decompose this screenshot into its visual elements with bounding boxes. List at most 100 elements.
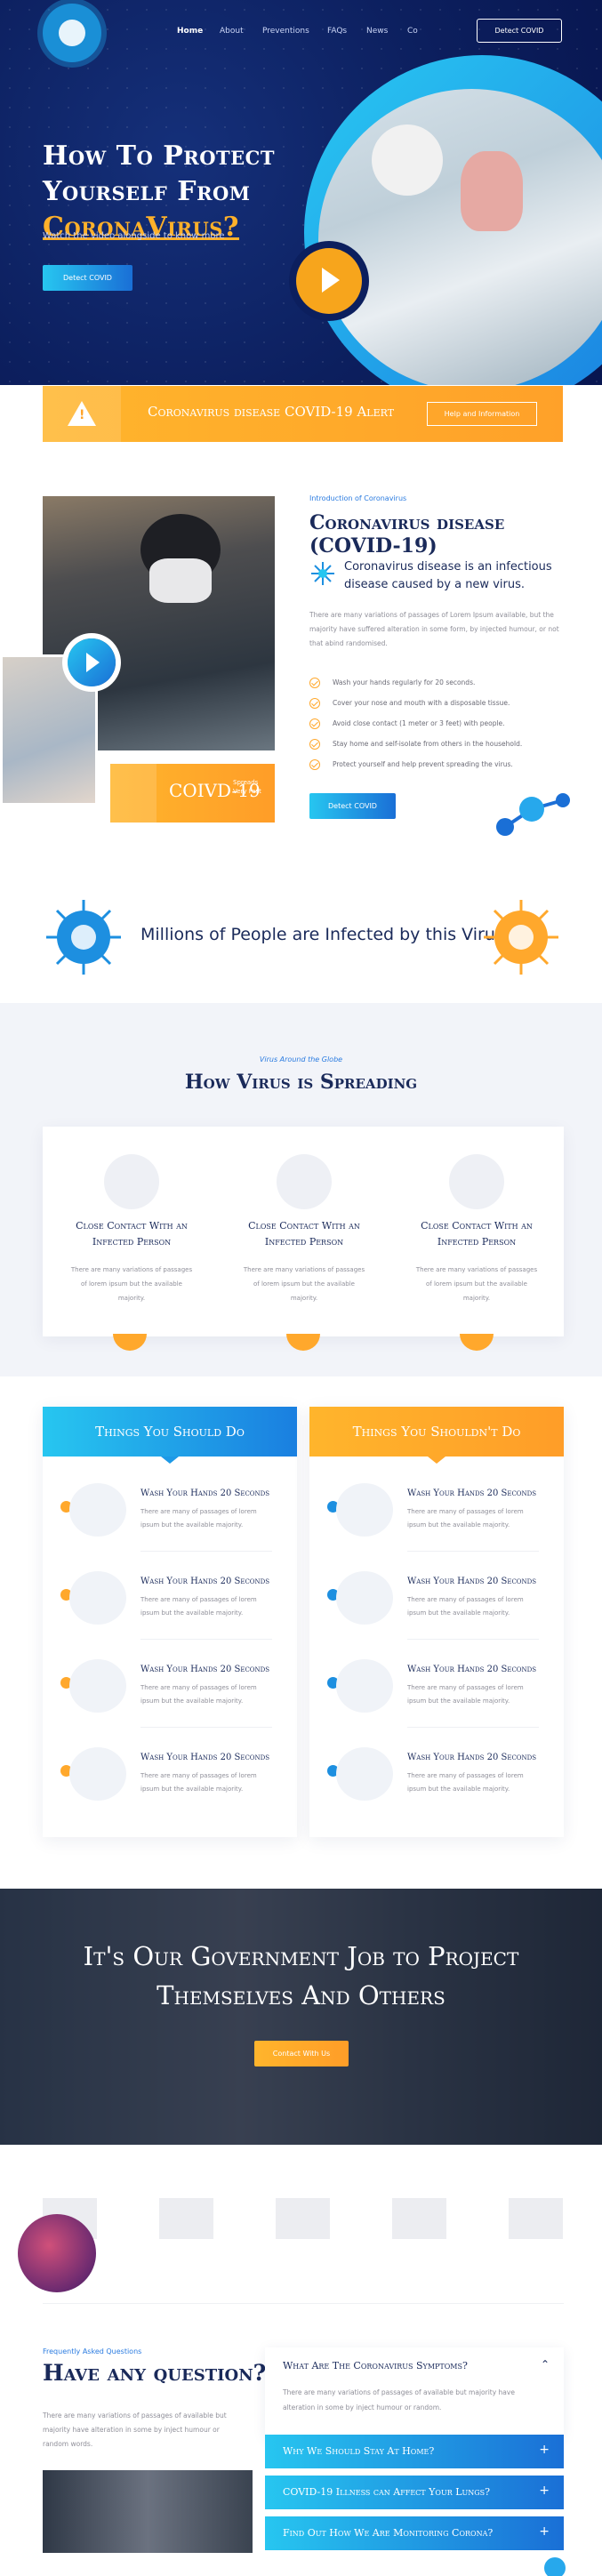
no-touch-icon <box>69 1659 126 1713</box>
plus-icon[interactable]: + <box>539 2484 550 2498</box>
check-item: Protect yourself and help prevent spread… <box>309 754 522 774</box>
check-icon <box>309 677 320 688</box>
intro-play-video-icon[interactable] <box>68 638 116 686</box>
badge-virus-icon <box>110 764 157 823</box>
check-icon <box>309 738 320 750</box>
faq-item[interactable]: COVID-19 Illness can Affect Your Lungs? + <box>265 2476 564 2509</box>
nav-faqs[interactable]: FAQs <box>327 27 347 36</box>
faq-item-open[interactable]: What Are The Coronavirus Symptoms? ⌃ The… <box>265 2347 564 2436</box>
dont-item-text: There are many of passages of lorem ipsu… <box>407 1596 524 1617</box>
molecule-icon <box>496 793 570 836</box>
spread-item-title: Close Contact With an Infected Person <box>248 1220 360 1248</box>
check-icon <box>309 718 320 729</box>
infected-banner-text: Millions of People are Infected by this … <box>140 925 504 944</box>
dont-item-title: Wash Your Hands 20 Seconds <box>407 1665 537 1674</box>
orange-virus-icon <box>484 900 558 975</box>
dont-item: Wash Your Hands 20 Seconds There are many… <box>309 1728 564 1816</box>
badge-side-text: Spreads Very Fast <box>233 779 261 795</box>
faq-team-photo <box>43 2470 253 2553</box>
do-item-text: There are many of passages of lorem ipsu… <box>140 1596 257 1617</box>
spread-item-text: There are many variations of passages of… <box>415 1266 538 1302</box>
dont-item: Wash Your Hands 20 Seconds There are many… <box>309 1640 564 1728</box>
banner-overlay <box>0 1889 602 2145</box>
spread-item-title: Close Contact With an Infected Person <box>421 1220 533 1248</box>
woman-avatar-icon <box>104 1154 159 1209</box>
faq-item[interactable]: Find Out How We Are Monitoring Corona? + <box>265 2516 564 2550</box>
hero-section: Home About Preventions FAQs News Co Dete… <box>0 0 602 385</box>
partner-logo[interactable] <box>392 2198 446 2239</box>
check-icon <box>309 697 320 709</box>
dont-item-text: There are many of passages of lorem ipsu… <box>407 1508 524 1529</box>
faq-question[interactable]: What Are The Coronavirus Symptoms? <box>283 2360 468 2371</box>
dont-item-text: There are many of passages of lorem ipsu… <box>407 1772 524 1793</box>
scroll-top-icon[interactable] <box>544 2557 566 2576</box>
globe-virus-icon <box>277 1154 332 1209</box>
spread-item: Close Contact With an Infected Person Th… <box>242 1154 366 1305</box>
do-item: Wash Your Hands 20 Seconds There are many… <box>43 1552 297 1640</box>
partner-logo[interactable] <box>159 2198 213 2239</box>
faq-question[interactable]: COVID-19 Illness can Affect Your Lungs? <box>283 2486 490 2498</box>
hero-detect-covid-button[interactable]: Detect COVID <box>43 265 132 291</box>
government-title: It's Our Government Job to Project Thems… <box>83 1941 519 2010</box>
intro-detect-covid-button[interactable]: Detect COVID <box>309 793 396 819</box>
do-item-title: Wash Your Hands 20 Seconds <box>140 1753 270 1762</box>
spreading-eyebrow: Virus Around the Globe <box>259 1055 343 1063</box>
donts-column: Things You Shouldn't Do Wash Your Hands … <box>309 1407 564 1837</box>
nav-detect-covid-button[interactable]: Detect COVID <box>477 19 562 43</box>
nav-about[interactable]: About <box>220 27 244 36</box>
hero-title: How To Protect Yourself From CoronaVirus… <box>43 140 276 243</box>
do-item-title: Wash Your Hands 20 Seconds <box>140 1489 270 1498</box>
faq-eyebrow: Frequently Asked Questions <box>43 2347 142 2355</box>
alert-bar: Coronavirus disease COVID-19 Alert Help … <box>43 386 563 442</box>
dont-item-text: There are many of passages of lorem ipsu… <box>407 1684 524 1705</box>
nav-news[interactable]: News <box>366 27 388 36</box>
spreading-title: How Virus is Spreading <box>184 1071 418 1094</box>
dont-item-title: Wash Your Hands 20 Seconds <box>407 1577 537 1586</box>
covid19-badge: COIVD-19 Spreads Very Fast <box>110 764 275 823</box>
check-item: Avoid close contact (1 meter or 3 feet) … <box>309 713 522 734</box>
government-banner: It's Our Government Job to Project Thems… <box>0 1889 602 2145</box>
hero-subtitle: Watch the video alongside to know more <box>43 231 225 241</box>
spread-item-text: There are many variations of passages of… <box>70 1266 193 1302</box>
hero-play-video-icon[interactable] <box>296 248 362 314</box>
chevron-up-icon[interactable]: ⌃ <box>541 2358 550 2371</box>
intro-lede: Coronavirus disease is an infectious dis… <box>344 560 552 591</box>
plus-icon[interactable]: + <box>539 2524 550 2539</box>
do-item-title: Wash Your Hands 20 Seconds <box>140 1577 270 1586</box>
dont-item: Wash Your Hands 20 Seconds There are many… <box>309 1464 564 1552</box>
do-item-text: There are many of passages of lorem ipsu… <box>140 1772 257 1793</box>
faq-item[interactable]: Why We Should Stay At Home? + <box>265 2435 564 2468</box>
blue-virus-icon <box>46 900 121 975</box>
do-item: Wash Your Hands 20 Seconds There are many… <box>43 1464 297 1552</box>
spread-item-text: There are many variations of passages of… <box>243 1266 365 1302</box>
do-item: Wash Your Hands 20 Seconds There are many… <box>43 1640 297 1728</box>
contact-with-us-button[interactable]: Contact With Us <box>254 2041 349 2066</box>
help-information-button[interactable]: Help and Information <box>427 402 537 426</box>
nav-preventions[interactable]: Preventions <box>262 27 309 36</box>
no-sign-icon <box>336 1747 393 1801</box>
intro-title: Coronavirus disease (COVID-19) <box>309 511 505 558</box>
purple-virus-icon <box>18 2214 96 2292</box>
sneeze-icon <box>69 1747 126 1801</box>
do-item-text: There are many of passages of lorem ipsu… <box>140 1508 257 1529</box>
faq-question[interactable]: Find Out How We Are Monitoring Corona? <box>283 2527 493 2539</box>
faq-question[interactable]: Why We Should Stay At Home? <box>283 2445 434 2457</box>
donts-title: Things You Shouldn't Do <box>309 1407 564 1464</box>
dos-title: Things You Should Do <box>43 1407 297 1464</box>
dont-item: Wash Your Hands 20 Seconds There are many… <box>309 1552 564 1640</box>
divider <box>43 2303 564 2304</box>
person-icon <box>336 1571 393 1625</box>
snowflake-virus-icon <box>311 562 334 585</box>
prevention-checklist: Wash your hands regularly for 20 seconds… <box>309 672 522 774</box>
nav-contact[interactable]: Co <box>407 27 418 36</box>
logo-virus-icon[interactable] <box>43 4 101 62</box>
faq-paragraph: There are many variations of passages of… <box>43 2411 227 2448</box>
plus-icon[interactable]: + <box>539 2443 550 2457</box>
check-item: Stay home and self-isolate from others i… <box>309 734 522 754</box>
partner-logo[interactable] <box>276 2198 330 2239</box>
do-item-text: There are many of passages of lorem ipsu… <box>140 1684 257 1705</box>
face-mask-icon <box>69 1571 126 1625</box>
partner-logo[interactable] <box>509 2198 563 2239</box>
nav-home[interactable]: Home <box>177 27 203 36</box>
intro-eyebrow: Introduction of Coronavirus <box>309 494 407 502</box>
